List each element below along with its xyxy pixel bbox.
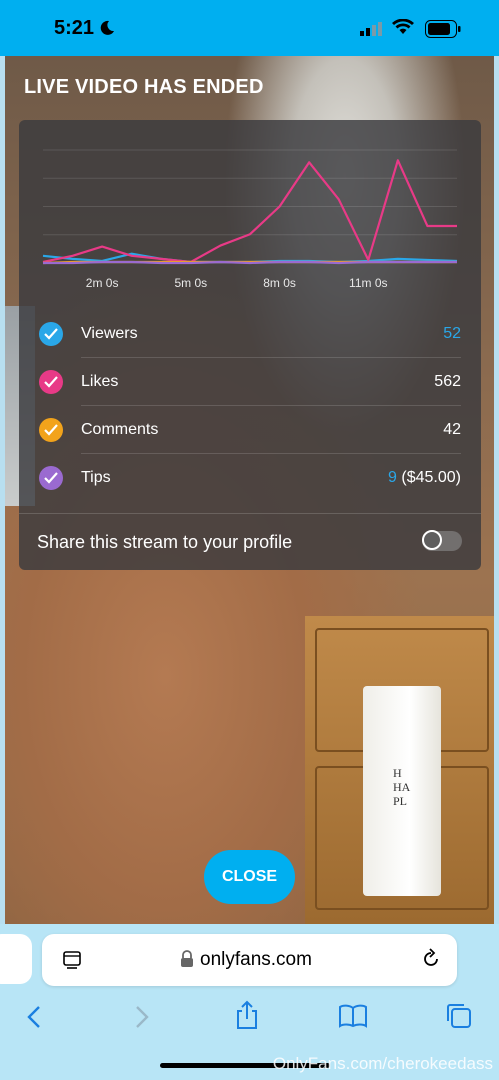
metric-label: Likes (81, 373, 119, 390)
x-tick-label: 5m 0s (175, 276, 208, 290)
stats-chart: 2m 0s 5m 0s 8m 0s 11m 0s (42, 149, 458, 290)
status-bar: 5:21 (0, 0, 499, 56)
back-icon[interactable] (24, 1004, 44, 1030)
x-tick-label: 2m 0s (86, 276, 119, 290)
metric-label: Viewers (81, 325, 138, 342)
x-tick-label: 11m 0s (349, 276, 387, 290)
metric-value: 42 (443, 421, 461, 438)
share-icon[interactable] (234, 1000, 260, 1030)
towel-image: H HA PL (363, 686, 441, 896)
previous-tab[interactable] (0, 934, 32, 984)
forward-icon[interactable] (132, 1004, 152, 1030)
metric-row-tips[interactable]: Tips 9 ($45.00) (19, 454, 481, 502)
address-bar[interactable]: onlyfans.com (42, 934, 457, 986)
towel-text: H HA PL (393, 766, 411, 808)
tips-count: 9 (388, 469, 397, 486)
reader-icon[interactable] (62, 950, 82, 970)
watermark: OnlyFans.com/cherokeedass (272, 1054, 493, 1073)
stream-stats-panel: 2m 0s 5m 0s 8m 0s 11m 0s Viewers 52 Likes 562 C… (19, 120, 481, 570)
metric-value: 9 ($45.00) (388, 469, 461, 487)
x-tick-label: 8m 0s (263, 276, 296, 290)
metric-label: Comments (81, 421, 159, 438)
url-text: onlyfans.com (200, 949, 312, 970)
moon-icon (100, 20, 114, 35)
checkbox-comments[interactable] (39, 418, 63, 442)
close-button[interactable]: CLOSE (204, 850, 295, 904)
signal-icon (360, 22, 382, 36)
toggle-knob (422, 530, 442, 550)
metric-value: 52 (443, 325, 461, 342)
status-time: 5:21 (54, 17, 95, 39)
series-line-3 (43, 260, 457, 265)
share-label: Share this stream to your profile (37, 532, 293, 552)
metric-value: 562 (434, 373, 461, 390)
metric-label: Tips (81, 469, 111, 486)
checkbox-viewers[interactable] (39, 322, 63, 346)
share-row: Share this stream to your profile (19, 513, 481, 571)
check-icon (44, 472, 58, 484)
series-line-1 (42, 159, 457, 264)
metric-row-likes[interactable]: Likes 562 (19, 358, 481, 406)
tips-amount: ($45.00) (396, 469, 461, 486)
metric-row-viewers[interactable]: Viewers 52 (19, 310, 481, 358)
series-line-0 (42, 252, 458, 264)
wifi-icon (392, 19, 414, 34)
lock-icon (181, 950, 193, 967)
check-icon (44, 328, 58, 340)
page-title: LIVE VIDEO HAS ENDED (24, 76, 264, 98)
check-icon (44, 424, 58, 436)
check-icon (44, 376, 58, 388)
checkbox-tips[interactable] (39, 466, 63, 490)
bookmarks-icon[interactable] (338, 1004, 368, 1028)
reload-icon[interactable] (420, 948, 442, 970)
battery-icon (425, 20, 461, 38)
metric-row-comments[interactable]: Comments 42 (19, 406, 481, 454)
checkbox-likes[interactable] (39, 370, 63, 394)
tabs-icon[interactable] (444, 1001, 474, 1031)
share-toggle[interactable] (422, 530, 462, 551)
